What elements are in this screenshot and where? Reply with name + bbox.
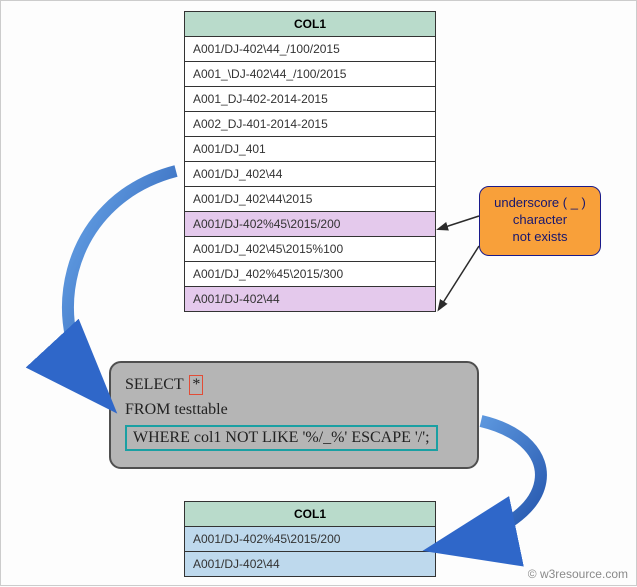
- callout-line2: character: [486, 212, 594, 229]
- sql-star-highlight: *: [189, 375, 203, 395]
- result-table-body: A001/DJ-402%45\2015/200A001/DJ-402\44: [185, 527, 436, 577]
- callout-line3: not exists: [486, 229, 594, 246]
- table-row: A001/DJ_402%45\2015/300: [185, 262, 436, 287]
- sql-query-box: SELECT * FROM testtable WHERE col1 NOT L…: [109, 361, 479, 469]
- table-row: A001/DJ-402\44: [185, 287, 436, 312]
- sql-from-line: FROM testtable: [125, 401, 463, 419]
- source-table-body: A001/DJ-402\44_/100/2015A001_\DJ-402\44_…: [185, 37, 436, 312]
- table-row: A001_\DJ-402\44_/100/2015: [185, 62, 436, 87]
- table-row: A001/DJ_402\44: [185, 162, 436, 187]
- callout-pointer-1: [439, 216, 479, 229]
- result-table: COL1 A001/DJ-402%45\2015/200A001/DJ-402\…: [184, 501, 436, 577]
- callout-pointer-2: [439, 246, 479, 309]
- source-table-header: COL1: [185, 12, 436, 37]
- footer-credit: © w3resource.com: [528, 567, 628, 581]
- table-row: A001/DJ-402%45\2015/200: [185, 212, 436, 237]
- source-table: COL1 A001/DJ-402\44_/100/2015A001_\DJ-40…: [184, 11, 436, 312]
- callout-box: underscore ( _ ) character not exists: [479, 186, 601, 256]
- table-row: A001/DJ_402\44\2015: [185, 187, 436, 212]
- table-row: A001/DJ-402\44_/100/2015: [185, 37, 436, 62]
- callout-line1: underscore ( _ ): [486, 195, 594, 212]
- table-row: A001/DJ-402%45\2015/200: [185, 527, 436, 552]
- result-table-header: COL1: [185, 502, 436, 527]
- table-row: A001/DJ-402\44: [185, 552, 436, 577]
- table-row: A001/DJ_402\45\2015%100: [185, 237, 436, 262]
- table-row: A002_DJ-401-2014-2015: [185, 112, 436, 137]
- sql-select-keyword: SELECT: [125, 376, 183, 393]
- sql-star: *: [192, 376, 200, 393]
- table-row: A001_DJ-402-2014-2015: [185, 87, 436, 112]
- table-row: A001/DJ_401: [185, 137, 436, 162]
- sql-where-line: WHERE col1 NOT LIKE '%/_%' ESCAPE '/';: [133, 429, 430, 446]
- sql-where-highlight: WHERE col1 NOT LIKE '%/_%' ESCAPE '/';: [125, 425, 438, 451]
